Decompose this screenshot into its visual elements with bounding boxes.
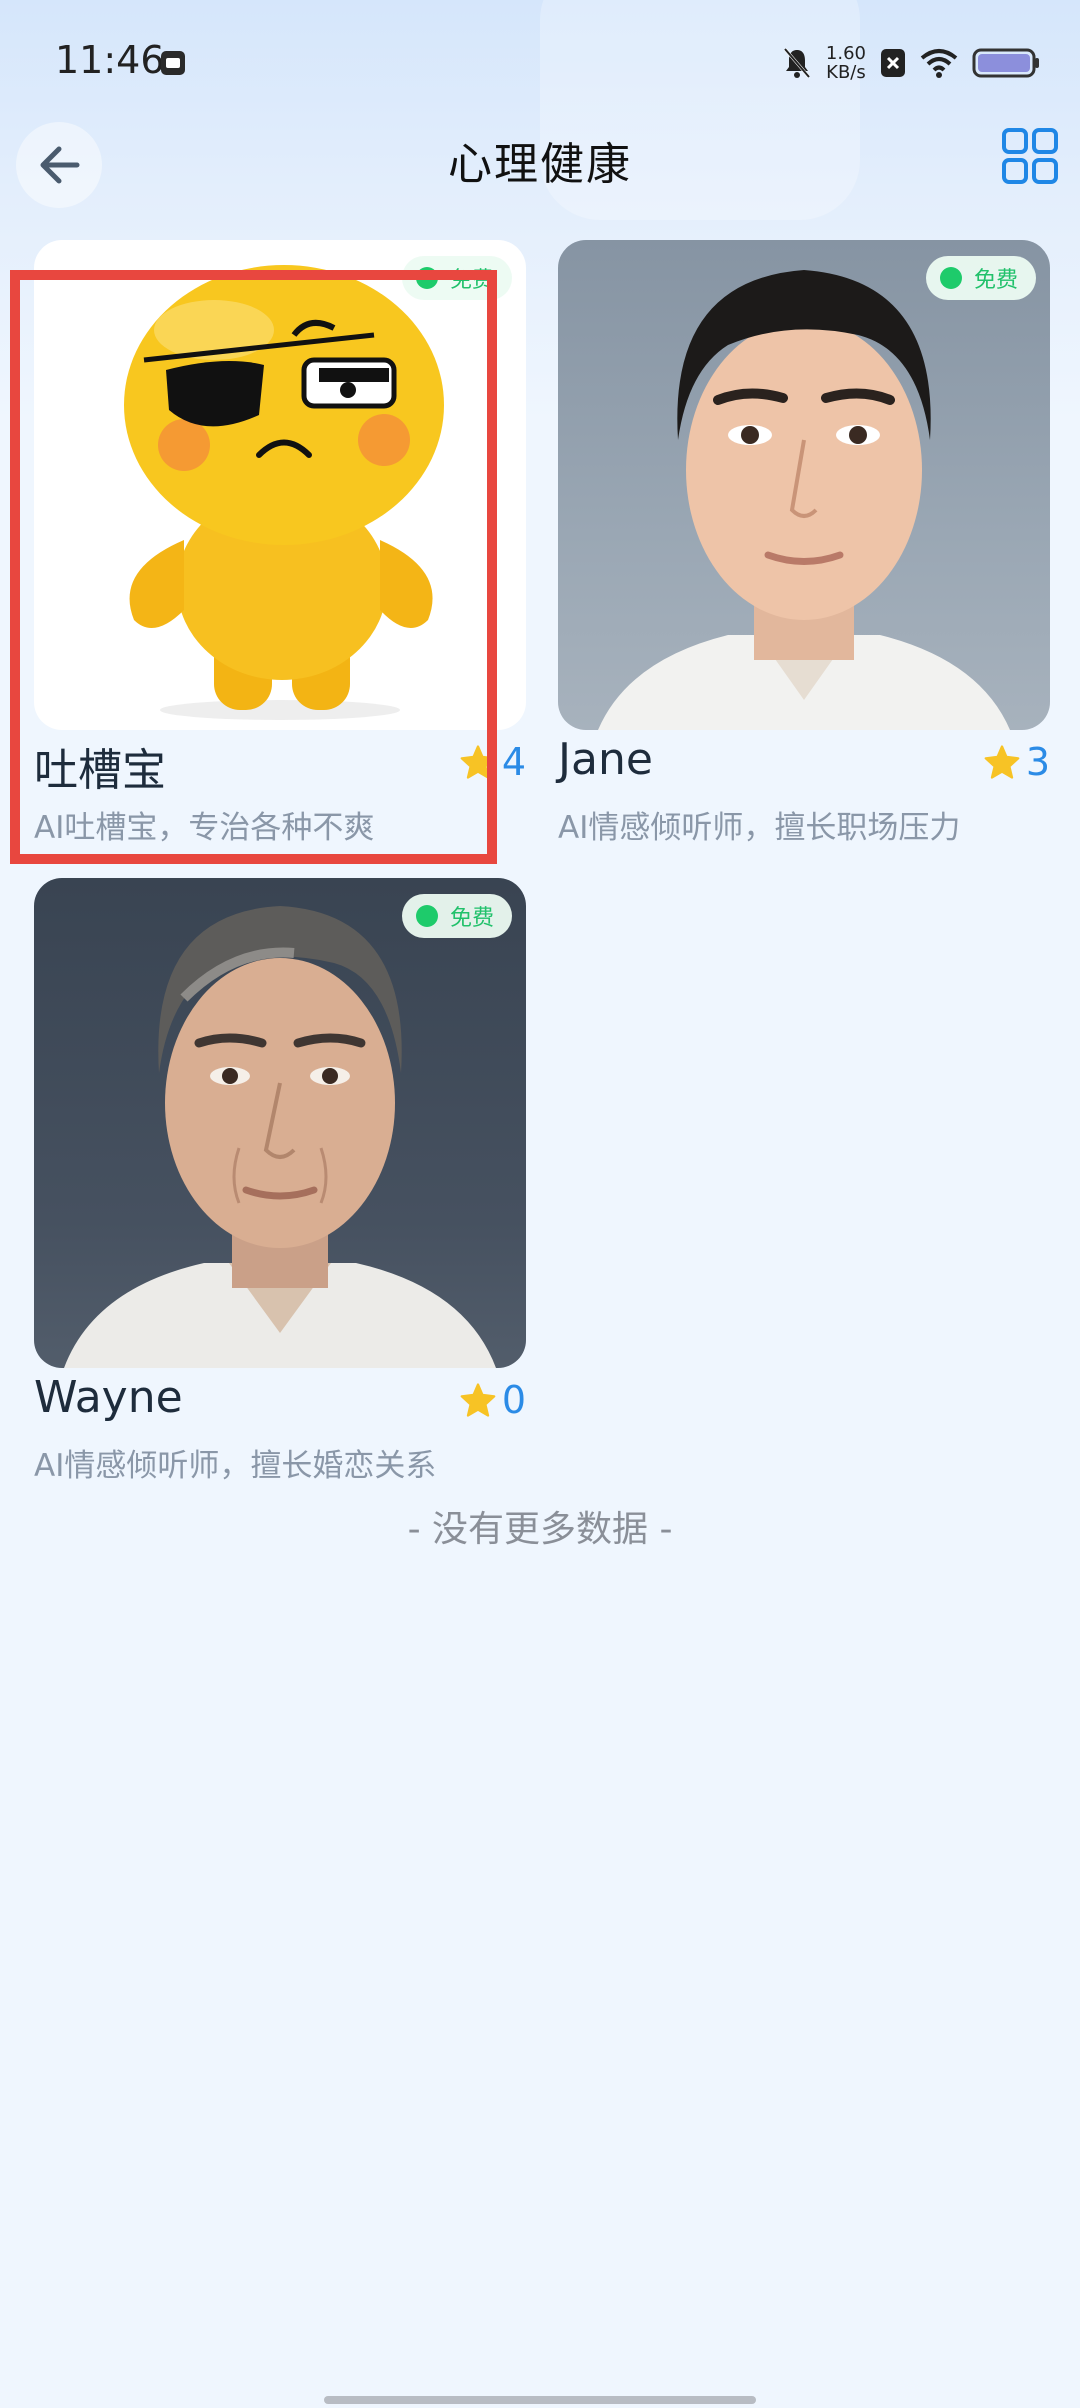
status-time: 11:46 (55, 38, 165, 82)
character-description: AI情感倾听师，擅长职场压力 (558, 810, 961, 846)
character-avatar: 免费 (34, 240, 526, 730)
character-name: 吐槽宝 (34, 745, 166, 796)
rating: 0 (460, 1378, 526, 1422)
free-badge: 免费 (925, 256, 1036, 300)
rating-value: 3 (1025, 740, 1050, 784)
character-avatar: 免费 (34, 878, 526, 1368)
wifi-icon (920, 49, 958, 78)
page-title: 心理健康 (448, 139, 632, 190)
free-badge: 免费 (401, 256, 512, 300)
network-speed: 1.60 KB/s (826, 44, 866, 82)
free-dot-icon (415, 267, 438, 289)
rating: 4 (460, 740, 526, 784)
battery-icon (972, 48, 1039, 78)
character-description: AI情感倾听师，擅长婚恋关系 (34, 1448, 437, 1484)
star-icon (460, 1383, 496, 1417)
rating: 3 (984, 740, 1050, 784)
notification-app-icon (161, 51, 185, 75)
star-icon (984, 745, 1020, 779)
character-card-wayne[interactable]: 免费 Wayne 0 AI情感倾听师，擅长婚恋关系 (34, 878, 526, 1484)
character-description: AI吐槽宝，专治各种不爽 (34, 810, 375, 846)
man-portrait-image (598, 270, 1010, 730)
free-badge: 免费 (401, 894, 512, 938)
no-more-data-label: - 没有更多数据 - (407, 1509, 673, 1550)
network-speed-value: 1.60 (825, 43, 866, 64)
free-dot-icon (939, 267, 962, 289)
star-icon (460, 745, 496, 779)
network-speed-unit: KB/s (826, 62, 866, 83)
free-dot-icon (415, 905, 438, 927)
rating-value: 4 (501, 740, 526, 784)
mute-bell-icon (783, 48, 811, 78)
character-name: Wayne (34, 1372, 183, 1423)
home-indicator[interactable] (324, 2396, 756, 2404)
character-avatar: 免费 (558, 240, 1050, 730)
status-bar: 11:46 1.60 KB/s (0, 0, 1080, 120)
older-man-portrait-image (64, 906, 496, 1368)
free-badge-label: 免费 (449, 268, 494, 293)
grid-view-icon[interactable] (1000, 126, 1060, 186)
no-sim-icon (881, 49, 905, 77)
yellow-mascot-image (124, 265, 444, 720)
character-name: Jane (558, 734, 653, 785)
free-badge-label: 免费 (973, 268, 1018, 293)
free-badge-label: 免费 (449, 906, 494, 931)
character-card-jane[interactable]: 免费 Jane 3 AI情感倾听师，擅长职场压力 (558, 240, 1050, 846)
status-icons: 1.60 KB/s (782, 38, 1040, 88)
rating-value: 0 (501, 1378, 526, 1422)
character-card-tucaobao[interactable]: 免费 吐槽宝 4 AI吐槽宝，专治各种不爽 (34, 240, 526, 846)
